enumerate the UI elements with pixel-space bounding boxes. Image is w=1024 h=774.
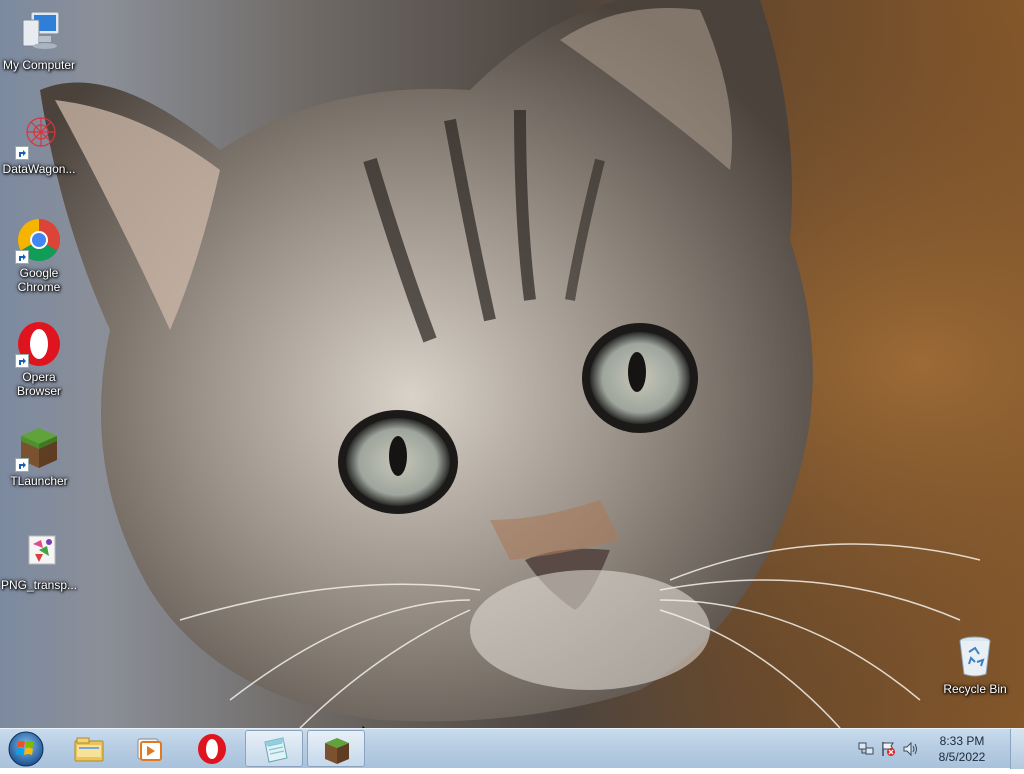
desktop-icon-tlauncher[interactable]: TLauncher [0, 424, 78, 488]
action-center-icon[interactable] [880, 741, 896, 757]
taskbar-media-player[interactable] [120, 730, 178, 767]
recycle-bin-icon [951, 632, 999, 680]
clock-date: 8/5/2022 [938, 750, 986, 764]
taskbar-tlauncher[interactable] [307, 730, 365, 767]
file-explorer-icon [74, 737, 104, 762]
shortcut-arrow-icon [15, 146, 29, 160]
png-file-icon [15, 528, 63, 576]
desktop-icon-label: My Computer [2, 58, 76, 72]
desktop-icon-label: TLauncher [10, 474, 68, 488]
media-player-icon [137, 738, 162, 761]
taskbar-file-explorer[interactable] [60, 730, 118, 767]
volume-icon[interactable] [902, 741, 918, 757]
desktop-icon-png-file[interactable]: PNG_transp... [0, 528, 78, 592]
desktop[interactable]: My Computer DataWagon... Google Chrome O… [0, 0, 1024, 728]
shortcut-arrow-icon [15, 250, 29, 264]
notepad-icon [264, 737, 288, 763]
wallpaper-kitten-image [0, 0, 1024, 728]
network-icon[interactable] [858, 741, 874, 757]
opera-icon [15, 320, 63, 368]
desktop-icon-label: Recycle Bin [943, 682, 1007, 696]
desktop-icon-label: PNG_transp... [0, 578, 78, 592]
show-desktop-button[interactable] [1010, 729, 1024, 769]
shortcut-arrow-icon [15, 354, 29, 368]
desktop-icon-opera-browser[interactable]: Opera Browser [0, 320, 78, 398]
desktop-icon-label: Google Chrome [17, 266, 61, 294]
tlauncher-icon [325, 738, 349, 764]
system-clock[interactable]: 8:33 PM 8/5/2022 [926, 733, 998, 765]
clock-time: 8:33 PM [939, 734, 985, 748]
desktop-icon-google-chrome[interactable]: Google Chrome [0, 216, 78, 294]
desktop-icon-recycle-bin[interactable]: Recycle Bin [936, 632, 1014, 696]
chrome-icon [15, 216, 63, 264]
windows-start-orb-icon [8, 731, 44, 767]
opera-icon [198, 734, 226, 764]
desktop-icon-label: DataWagon... [2, 162, 76, 176]
desktop-icon-label: Opera Browser [16, 370, 61, 398]
taskbar-opera[interactable] [183, 730, 241, 767]
computer-icon [15, 8, 63, 56]
tlauncher-icon [15, 424, 63, 472]
taskbar: 8:33 PM 8/5/2022 [0, 728, 1024, 769]
desktop-icon-datawagon[interactable]: DataWagon... [0, 112, 78, 176]
taskbar-notepad[interactable] [245, 730, 303, 767]
start-button[interactable] [4, 729, 48, 769]
datawagon-icon [15, 112, 63, 160]
desktop-icon-my-computer[interactable]: My Computer [0, 8, 78, 72]
system-tray: 8:33 PM 8/5/2022 [854, 729, 1024, 769]
shortcut-arrow-icon [15, 458, 29, 472]
